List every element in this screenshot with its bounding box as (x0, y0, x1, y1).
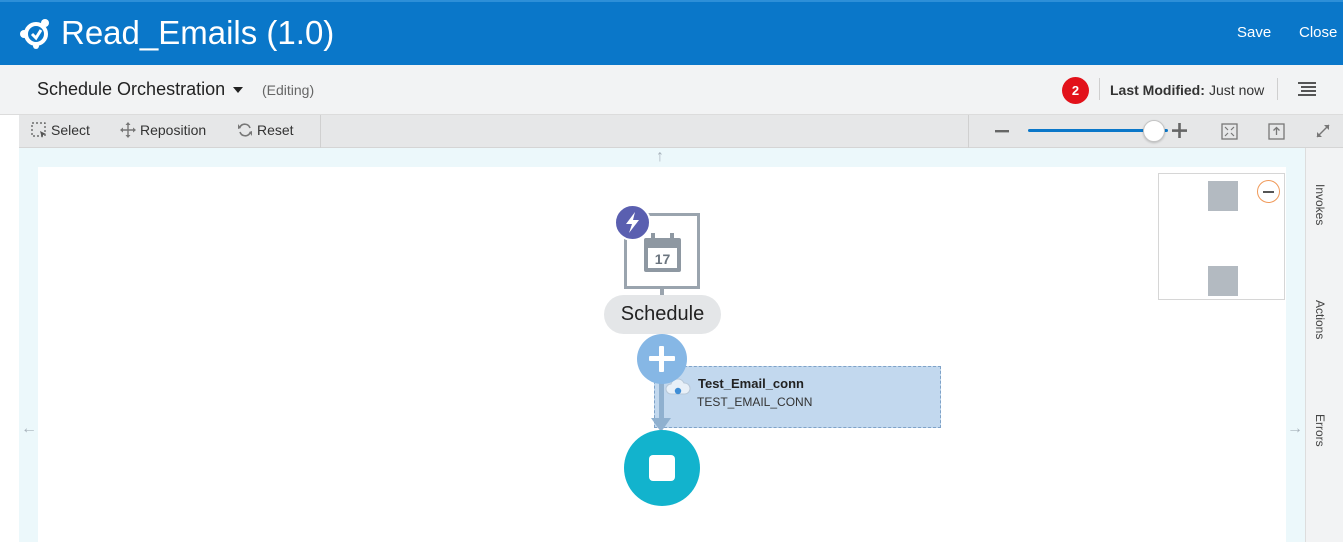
plus-icon[interactable] (1171, 122, 1188, 139)
connection-card[interactable]: Test_Email_conn TEST_EMAIL_CONN (654, 366, 941, 428)
lightning-icon (626, 212, 639, 233)
connection-name: Test_Email_conn (698, 376, 804, 391)
select-tool[interactable]: Select (31, 122, 90, 138)
scroll-left-arrow-icon[interactable]: ← (21, 420, 37, 438)
close-button[interactable]: Close (1299, 24, 1337, 41)
last-modified-label: Last Modified: (1110, 82, 1205, 98)
zoom-slider-handle[interactable] (1143, 120, 1165, 142)
reposition-tool[interactable]: Reposition (120, 122, 206, 138)
integration-title: Read_Emails (1.0) (61, 14, 335, 51)
expand-icon[interactable] (1315, 123, 1331, 139)
add-action-button[interactable] (637, 334, 687, 384)
toolbar-divider (320, 115, 321, 148)
hamburger-menu-icon[interactable] (1298, 81, 1316, 97)
toolbar-divider (968, 115, 969, 148)
select-label: Select (51, 122, 90, 138)
stop-icon (649, 455, 675, 481)
app-window: Read_Emails (1.0) Save Close Schedule Or… (0, 0, 1343, 542)
trigger-badge (614, 204, 651, 241)
chevron-down-icon[interactable] (233, 87, 243, 93)
divider (1277, 78, 1278, 100)
reset-label: Reset (257, 122, 294, 138)
title-bar: Read_Emails (1.0) Save Close (0, 0, 1343, 65)
calendar-day: 17 (655, 251, 671, 267)
minimap-node (1208, 181, 1238, 211)
end-node[interactable] (624, 430, 700, 506)
schedule-node-label[interactable]: Schedule (604, 295, 721, 334)
refresh-icon (238, 123, 252, 137)
orchestration-type-dropdown[interactable]: Schedule Orchestration (37, 79, 225, 100)
editing-status: (Editing) (262, 82, 315, 98)
connection-identifier: TEST_EMAIL_CONN (697, 395, 813, 409)
scroll-up-arrow-icon[interactable]: ↑ (656, 148, 664, 166)
integration-logo-icon (20, 19, 49, 49)
export-icon[interactable] (1268, 123, 1285, 140)
scroll-right-arrow-icon[interactable]: → (1287, 420, 1303, 438)
tab-actions[interactable]: Actions (1313, 300, 1327, 339)
divider (1099, 78, 1100, 100)
reposition-label: Reposition (140, 122, 207, 138)
tab-errors[interactable]: Errors (1313, 414, 1327, 447)
last-modified-value: Just now (1209, 82, 1265, 98)
marquee-select-icon (31, 122, 46, 138)
collapse-minimap-button[interactable] (1257, 180, 1280, 203)
minus-icon[interactable] (994, 123, 1010, 139)
canvas-toolbar: Select Reposition Reset (19, 115, 1343, 148)
move-arrows-icon (120, 122, 136, 138)
minimap[interactable] (1158, 173, 1285, 300)
fit-to-screen-icon[interactable] (1221, 123, 1238, 140)
minimap-node (1208, 266, 1238, 296)
save-button[interactable]: Save (1237, 24, 1271, 41)
reset-tool[interactable]: Reset (237, 122, 294, 138)
notification-badge[interactable]: 2 (1062, 77, 1089, 104)
tab-invokes[interactable]: Invokes (1313, 184, 1327, 225)
side-panel: Invokes Actions Errors (1305, 148, 1343, 542)
sub-header: Schedule Orchestration (Editing) 2 Last … (0, 65, 1343, 115)
